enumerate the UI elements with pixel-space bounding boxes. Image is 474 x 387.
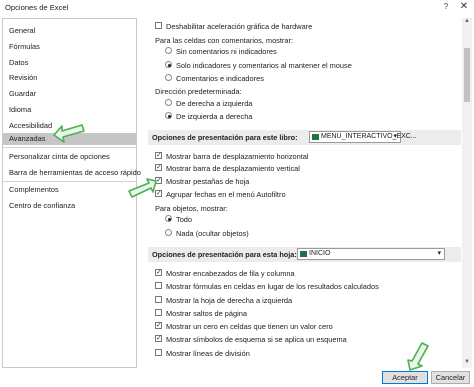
sheet-select-value: INICIO bbox=[309, 250, 331, 257]
headers-checkbox[interactable]: ✓ bbox=[155, 269, 162, 276]
window-title: Opciones de Excel bbox=[5, 3, 69, 12]
show-zero-checkbox[interactable]: ✓ bbox=[155, 322, 162, 329]
vscroll-checkbox[interactable]: ✓ bbox=[155, 164, 162, 171]
book-display-section: Opciones de presentación para este libro… bbox=[148, 130, 461, 145]
radio-button[interactable] bbox=[165, 74, 172, 81]
radio-button[interactable] bbox=[165, 99, 172, 106]
option-label: Mostrar un cero en celdas que tienen un … bbox=[166, 322, 333, 331]
sidebar-item-formulas[interactable]: Fórmulas bbox=[3, 41, 136, 53]
radio-button[interactable] bbox=[165, 229, 172, 236]
excel-icon bbox=[312, 134, 319, 140]
pointer-arrow-icon bbox=[128, 178, 157, 198]
options-content: Deshabilitar aceleración gráfica de hard… bbox=[140, 18, 462, 368]
option-label: Agrupar fechas en el menú Autofiltro bbox=[166, 190, 286, 199]
sidebar-item-complementos[interactable]: Complementos bbox=[3, 184, 136, 196]
radio-button[interactable] bbox=[165, 61, 172, 68]
cancel-button[interactable]: Cancelar bbox=[431, 371, 470, 384]
sidebar-item-datos[interactable]: Datos bbox=[3, 57, 136, 69]
comments-option-label: Solo indicadores y comentarios al manten… bbox=[176, 61, 352, 70]
sheet-select[interactable]: INICIO ▾ bbox=[297, 248, 445, 260]
title-bar: Opciones de Excel ? ✕ bbox=[0, 0, 474, 16]
sheet-section-title: Opciones de presentación para esta hoja: bbox=[152, 250, 297, 259]
objects-heading: Para objetos, mostrar: bbox=[155, 204, 228, 213]
arrow-down-icon[interactable]: ▼ bbox=[462, 359, 472, 368]
scrollbar-thumb[interactable] bbox=[464, 48, 470, 102]
option-label: Mostrar barra de desplazamiento vertical bbox=[166, 164, 300, 173]
formulas-checkbox[interactable] bbox=[155, 282, 162, 289]
sidebar-divider bbox=[3, 181, 136, 182]
chevron-down-icon: ▾ bbox=[393, 133, 397, 140]
comments-heading: Para las celdas con comentarios, mostrar… bbox=[155, 36, 294, 45]
objects-option-label: Nada (ocultar objetos) bbox=[176, 229, 249, 238]
excel-icon bbox=[300, 251, 307, 257]
option-label: Mostrar la hoja de derecha a izquierda bbox=[166, 296, 293, 305]
sidebar-item-idioma[interactable]: Idioma bbox=[3, 104, 136, 116]
ok-button[interactable]: Aceptar bbox=[382, 371, 428, 384]
workbook-select-value: MENU_INTERACTIVO_EXC... bbox=[321, 133, 417, 140]
arrow-up-icon[interactable]: ▲ bbox=[462, 18, 472, 27]
objects-option-label: Todo bbox=[176, 215, 193, 224]
option-label: Mostrar saltos de página bbox=[166, 309, 247, 318]
direction-option-label: De izquierda a derecha bbox=[176, 112, 253, 121]
workbook-select[interactable]: MENU_INTERACTIVO_EXC... ▾ bbox=[309, 131, 417, 143]
close-icon[interactable]: ✕ bbox=[457, 1, 471, 15]
option-label: Mostrar pestañas de hoja bbox=[166, 177, 250, 186]
option-label: Mostrar barra de desplazamiento horizont… bbox=[166, 152, 309, 161]
option-label: Mostrar símbolos de esquema si se aplica… bbox=[166, 335, 347, 344]
direction-option-label: De derecha a izquierda bbox=[176, 99, 253, 108]
hw-accel-label: Deshabilitar aceleración gráfica de hard… bbox=[166, 22, 313, 31]
radio-button[interactable] bbox=[165, 112, 172, 119]
option-label: Mostrar fórmulas en celdas en lugar de l… bbox=[166, 282, 379, 291]
hscroll-checkbox[interactable]: ✓ bbox=[155, 152, 162, 159]
comments-option-label: Comentarios e indicadores bbox=[176, 74, 264, 83]
radio-button[interactable] bbox=[165, 47, 172, 54]
sidebar-item-centro-confianza[interactable]: Centro de confianza bbox=[3, 200, 136, 212]
book-section-title: Opciones de presentación para este libro… bbox=[152, 133, 298, 142]
hw-accel-checkbox[interactable] bbox=[155, 22, 162, 29]
outline-checkbox[interactable]: ✓ bbox=[155, 335, 162, 342]
options-sidebar: General Fórmulas Datos Revisión Guardar … bbox=[2, 18, 141, 368]
pointer-arrow-icon bbox=[407, 342, 429, 371]
sidebar-divider bbox=[3, 147, 136, 148]
option-label: Mostrar encabezados de fila y columna bbox=[166, 269, 295, 278]
question-icon[interactable]: ? bbox=[440, 2, 452, 14]
gridlines-checkbox[interactable] bbox=[155, 349, 162, 356]
chevron-down-icon: ▾ bbox=[437, 250, 441, 257]
sidebar-item-cinta[interactable]: Personalizar cinta de opciones bbox=[3, 151, 136, 163]
sidebar-item-acceso-rapido[interactable]: Barra de herramientas de acceso rápido bbox=[3, 167, 141, 179]
vertical-scrollbar[interactable]: ▲ ▼ bbox=[462, 18, 472, 368]
sidebar-item-guardar[interactable]: Guardar bbox=[3, 88, 136, 100]
sidebar-item-general[interactable]: General bbox=[3, 25, 136, 37]
page-breaks-checkbox[interactable] bbox=[155, 309, 162, 316]
comments-option-label: Sin comentarios ni indicadores bbox=[176, 47, 277, 56]
radio-button[interactable] bbox=[165, 215, 172, 222]
option-label: Mostrar líneas de división bbox=[166, 349, 250, 358]
rtl-sheet-checkbox[interactable] bbox=[155, 296, 162, 303]
sidebar-item-revision[interactable]: Revisión bbox=[3, 72, 136, 84]
sheet-display-section: Opciones de presentación para esta hoja:… bbox=[148, 247, 461, 262]
direction-heading: Dirección predeterminada: bbox=[155, 87, 242, 96]
pointer-arrow-icon bbox=[53, 124, 85, 143]
